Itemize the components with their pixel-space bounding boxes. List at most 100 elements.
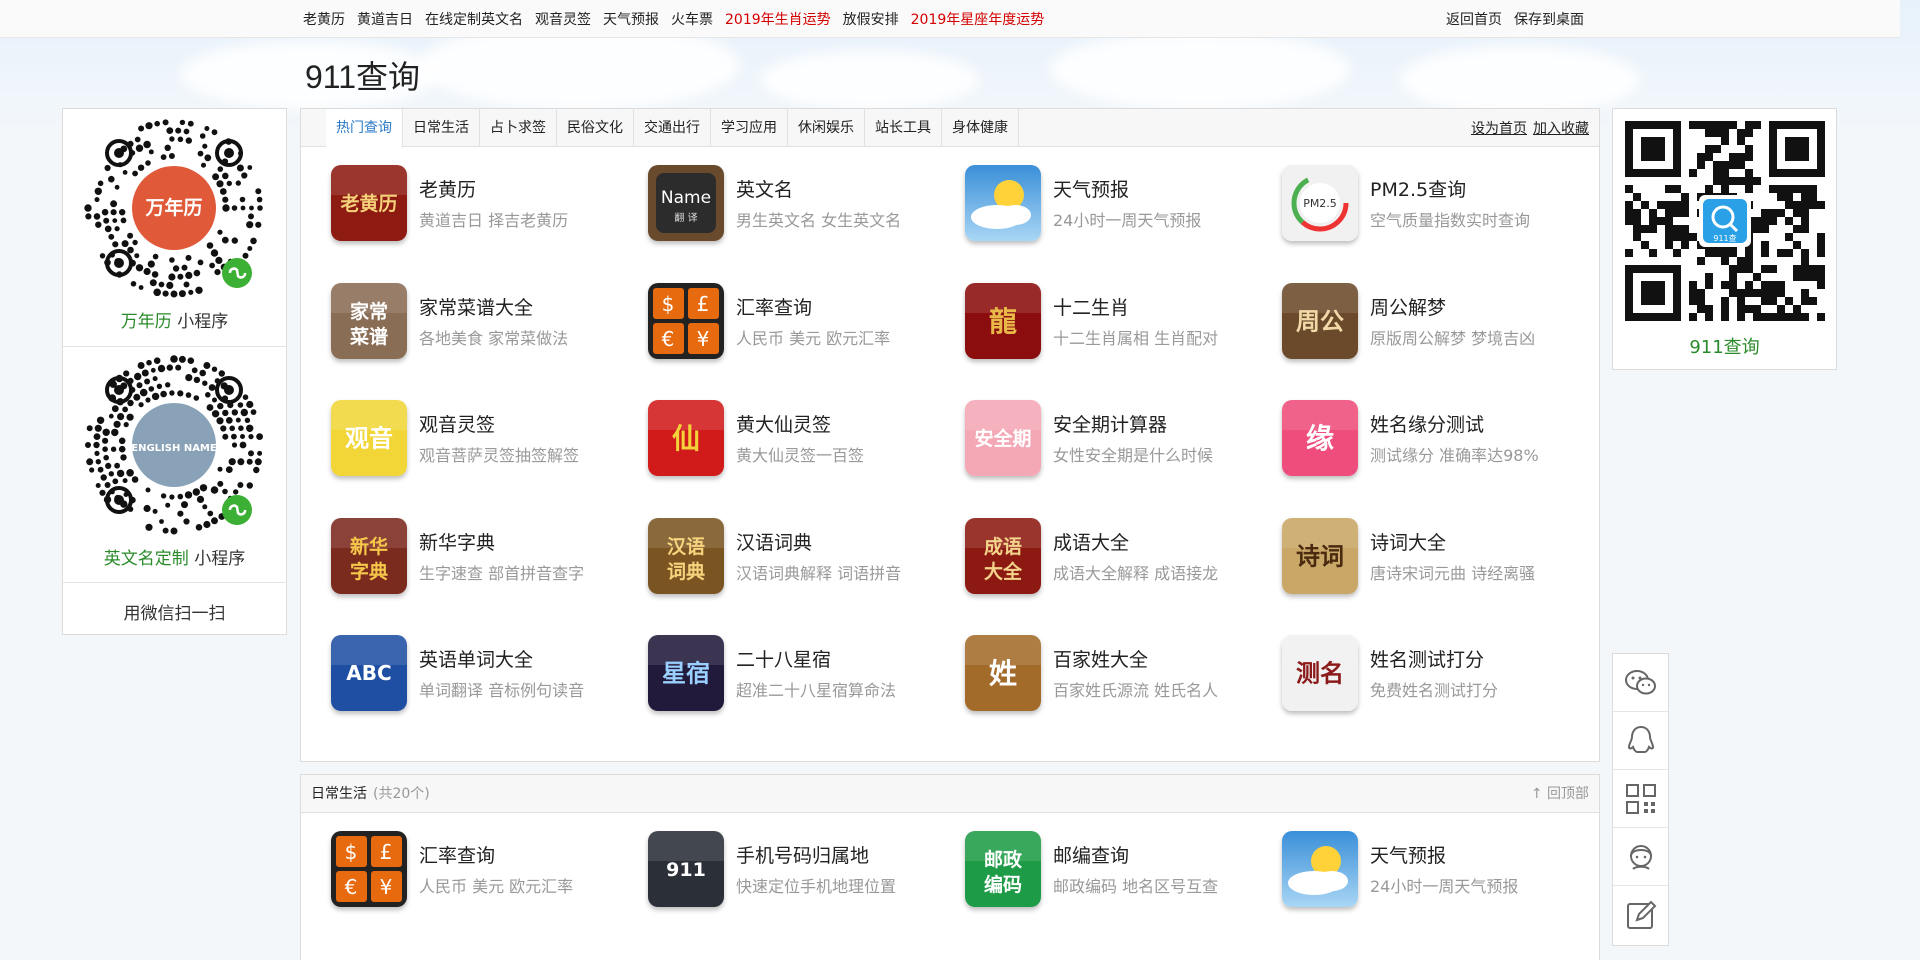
app-item[interactable]: 安全期 安全期计算器 女性安全期是什么时候 <box>959 392 1259 482</box>
app-item[interactable]: 新华 字典 新华字典 生字速查 部首拼音查字 <box>325 510 625 600</box>
save-to-desktop-link[interactable]: 保存到桌面 <box>1514 9 1584 29</box>
app-title[interactable]: 安全期计算器 <box>1053 410 1167 437</box>
top-nav-link[interactable]: 2019年星座年度运势 <box>911 9 1045 29</box>
top-nav-link[interactable]: 放假安排 <box>843 9 899 29</box>
english-name-miniprogram-qr[interactable]: ENGLISH NAME <box>79 350 269 540</box>
tab-6[interactable]: 休闲娱乐 <box>788 109 865 147</box>
app-title[interactable]: 英语单词大全 <box>419 645 533 672</box>
app-title[interactable]: 十二生肖 <box>1053 293 1129 320</box>
english-words-icon[interactable]: ABC <box>331 635 407 711</box>
app-item[interactable]: $ £ € ¥ 汇率查询 人民币 美元 欧元汇率 <box>325 823 625 913</box>
app-item[interactable]: 911 手机号码归属地 快速定位手机地理位置 <box>642 823 942 913</box>
app-item[interactable]: 缘 姓名缘分测试 测试缘分 准确率达98% <box>1276 392 1576 482</box>
app-title[interactable]: 黄大仙灵签 <box>736 410 831 437</box>
tab-4[interactable]: 交通出行 <box>634 109 711 147</box>
app-title[interactable]: 邮编查询 <box>1053 841 1129 868</box>
feedback-edit-icon[interactable] <box>1613 886 1668 944</box>
app-title[interactable]: 新华字典 <box>419 528 495 555</box>
app-title[interactable]: 周公解梦 <box>1370 293 1446 320</box>
app-item[interactable]: 星宿 二十八星宿 超准二十八星宿算命法 <box>642 627 942 717</box>
phone-location-icon[interactable]: 911 <box>648 831 724 907</box>
app-title[interactable]: 二十八星宿 <box>736 645 831 672</box>
qq-icon[interactable] <box>1613 712 1668 770</box>
constellation-icon[interactable]: 星宿 <box>648 635 724 711</box>
app-title[interactable]: 天气预报 <box>1053 175 1129 202</box>
app-title[interactable]: PM2.5查询 <box>1370 175 1466 202</box>
almanac-icon[interactable]: 老黄历 <box>331 165 407 241</box>
tab-3[interactable]: 民俗文化 <box>557 109 634 147</box>
top-nav-link[interactable]: 观音灵签 <box>535 9 591 29</box>
top-nav-link[interactable]: 老黄历 <box>303 9 345 29</box>
recipe-icon[interactable]: 家常 菜谱 <box>331 282 407 359</box>
xinhua-dictionary-icon[interactable]: 新华 字典 <box>331 517 407 594</box>
tab-8[interactable]: 身体健康 <box>942 109 1019 147</box>
app-title[interactable]: 百家姓大全 <box>1053 645 1148 672</box>
top-nav-link[interactable]: 天气预报 <box>603 9 659 29</box>
app-title[interactable]: 成语大全 <box>1053 528 1129 555</box>
app-item[interactable]: 龍 十二生肖 十二生肖属相 生肖配对 <box>959 275 1259 365</box>
postcode-icon[interactable]: 邮政 编码 <box>965 831 1041 907</box>
pm25-icon[interactable]: PM2.5 <box>1282 165 1358 241</box>
exchange-rate-icon[interactable]: $ £ € ¥ <box>648 282 724 359</box>
site-qr-code[interactable]: 911查 <box>1625 121 1825 321</box>
app-item[interactable]: PM2.5 PM2.5查询 空气质量指数实时查询 <box>1276 157 1576 247</box>
app-item[interactable]: 诗词 诗词大全 唐诗宋词元曲 诗经离骚 <box>1276 510 1576 600</box>
calendar-miniprogram-qr[interactable]: 万年历 <box>79 113 269 303</box>
app-title[interactable]: 老黄历 <box>419 175 476 202</box>
app-title[interactable]: 诗词大全 <box>1370 528 1446 555</box>
surname-icon[interactable]: 姓 <box>965 635 1041 711</box>
app-item[interactable]: ABC 英语单词大全 单词翻译 音标例句读音 <box>325 627 625 717</box>
name-match-icon[interactable]: 缘 <box>1282 400 1358 476</box>
safe-period-icon[interactable]: 安全期 <box>965 400 1041 476</box>
customer-service-icon[interactable] <box>1613 828 1668 886</box>
app-title[interactable]: 姓名缘分测试 <box>1370 410 1484 437</box>
app-item[interactable]: $ £ € ¥ 汇率查询 人民币 美元 欧元汇率 <box>642 275 942 365</box>
tab-7[interactable]: 站长工具 <box>865 109 942 147</box>
poetry-icon[interactable]: 诗词 <box>1282 517 1358 594</box>
weather-icon[interactable] <box>965 165 1041 241</box>
app-title[interactable]: 汇率查询 <box>419 841 495 868</box>
top-nav-link[interactable]: 黄道吉日 <box>357 9 413 29</box>
wechat-icon[interactable] <box>1613 654 1668 712</box>
app-title[interactable]: 手机号码归属地 <box>736 841 869 868</box>
tab-2[interactable]: 占卜求签 <box>480 109 557 147</box>
app-item[interactable]: 天气预报 24小时一周天气预报 <box>1276 823 1576 913</box>
weather-icon[interactable] <box>1282 831 1358 907</box>
back-to-top-link[interactable]: ↑ 回顶部 <box>1531 775 1589 813</box>
wong-tai-sin-icon[interactable]: 仙 <box>648 400 724 476</box>
app-item[interactable]: 天气预报 24小时一周天气预报 <box>959 157 1259 247</box>
zodiac-icon[interactable]: 龍 <box>965 282 1041 359</box>
return-home-link[interactable]: 返回首页 <box>1446 9 1502 29</box>
english-name-icon[interactable]: Name 翻 译 <box>648 165 724 241</box>
qrcode-icon[interactable] <box>1613 770 1668 828</box>
set-homepage-link[interactable]: 设为首页 <box>1471 118 1527 138</box>
tab-0[interactable]: 热门查询 <box>326 109 403 148</box>
exchange-rate-icon[interactable]: $ £ € ¥ <box>331 831 407 907</box>
app-item[interactable]: 老黄历 老黄历 黄道吉日 择吉老黄历 <box>325 157 625 247</box>
guanyin-icon[interactable]: 观音 <box>331 400 407 476</box>
app-title[interactable]: 观音灵签 <box>419 410 495 437</box>
app-item[interactable]: 仙 黄大仙灵签 黄大仙灵签一百签 <box>642 392 942 482</box>
app-title[interactable]: 汇率查询 <box>736 293 812 320</box>
tab-5[interactable]: 学习应用 <box>711 109 788 147</box>
top-nav-link[interactable]: 火车票 <box>671 9 713 29</box>
app-title[interactable]: 汉语词典 <box>736 528 812 555</box>
top-nav-link[interactable]: 在线定制英文名 <box>425 9 523 29</box>
app-item[interactable]: 邮政 编码 邮编查询 邮政编码 地名区号互查 <box>959 823 1259 913</box>
app-item[interactable]: 家常 菜谱 家常菜谱大全 各地美食 家常菜做法 <box>325 275 625 365</box>
app-item[interactable]: 成语 大全 成语大全 成语大全解释 成语接龙 <box>959 510 1259 600</box>
chinese-dictionary-icon[interactable]: 汉语 词典 <box>648 517 724 594</box>
tab-1[interactable]: 日常生活 <box>403 109 480 147</box>
app-item[interactable]: 汉语 词典 汉语词典 汉语词典解释 词语拼音 <box>642 510 942 600</box>
app-item[interactable]: 姓 百家姓大全 百家姓氏源流 姓氏名人 <box>959 627 1259 717</box>
app-item[interactable]: 观音 观音灵签 观音菩萨灵签抽签解签 <box>325 392 625 482</box>
app-title[interactable]: 姓名测试打分 <box>1370 645 1484 672</box>
app-title[interactable]: 英文名 <box>736 175 793 202</box>
app-item[interactable]: 测名 姓名测试打分 免费姓名测试打分 <box>1276 627 1576 717</box>
app-item[interactable]: 周公 周公解梦 原版周公解梦 梦境吉凶 <box>1276 275 1576 365</box>
name-score-icon[interactable]: 测名 <box>1282 635 1358 711</box>
idiom-icon[interactable]: 成语 大全 <box>965 517 1041 594</box>
dream-icon[interactable]: 周公 <box>1282 282 1358 359</box>
top-nav-link[interactable]: 2019年生肖运势 <box>725 9 831 29</box>
add-favorite-link[interactable]: 加入收藏 <box>1533 118 1589 138</box>
